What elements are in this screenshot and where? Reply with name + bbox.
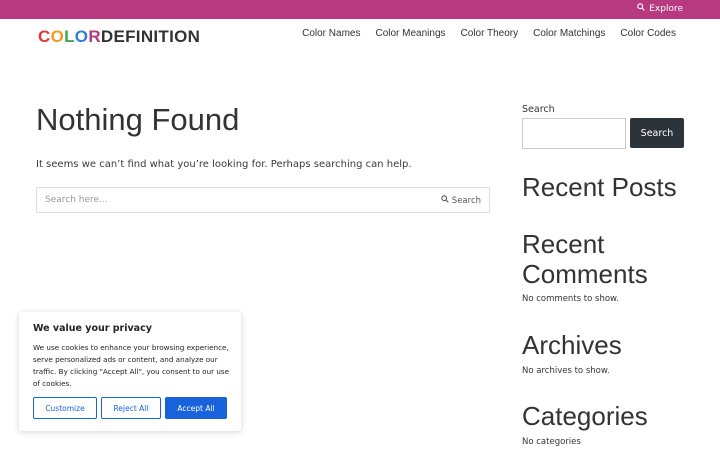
nav-item-color-names[interactable]: Color Names bbox=[302, 28, 360, 39]
explore-label: Explore bbox=[649, 3, 683, 14]
recent-posts-heading: Recent Posts bbox=[522, 172, 677, 202]
logo-letter: O bbox=[50, 27, 65, 46]
page-description: It seems we can’t find what you’re looki… bbox=[36, 159, 412, 170]
logo-letter: O bbox=[74, 27, 89, 46]
recent-comments-heading-line2: Comments bbox=[522, 259, 648, 289]
nav-item-color-theory[interactable]: Color Theory bbox=[461, 28, 519, 39]
top-bar: Explore bbox=[0, 0, 720, 19]
main-search-button-label: Search bbox=[451, 195, 481, 206]
archives-empty-text: No archives to show. bbox=[522, 366, 610, 376]
main-nav: Color Names Color Meanings Color Theory … bbox=[302, 28, 676, 39]
search-icon bbox=[637, 3, 645, 14]
recent-comments-empty-text: No comments to show. bbox=[522, 294, 619, 304]
categories-empty-text: No categories bbox=[522, 437, 581, 447]
sidebar-search-button[interactable]: Search bbox=[630, 118, 684, 148]
logo-letter: L bbox=[64, 27, 75, 46]
nav-item-color-codes[interactable]: Color Codes bbox=[620, 28, 676, 39]
cookie-reject-all-button[interactable]: Reject All bbox=[101, 397, 161, 419]
logo-letter: DEFINITION bbox=[100, 27, 201, 46]
sidebar-search-input[interactable] bbox=[522, 118, 626, 149]
nav-item-color-meanings[interactable]: Color Meanings bbox=[375, 28, 445, 39]
categories-heading: Categories bbox=[522, 401, 648, 431]
cookie-text: We use cookies to enhance your browsing … bbox=[33, 343, 230, 388]
logo-letter: R bbox=[88, 27, 101, 46]
main-search-button[interactable]: Search bbox=[441, 195, 481, 206]
site-logo[interactable]: COLORDEFINITION bbox=[38, 27, 200, 47]
page-title: Nothing Found bbox=[36, 102, 240, 137]
cookie-title: We value your privacy bbox=[33, 323, 152, 334]
sidebar-search-label: Search bbox=[522, 104, 555, 115]
cookie-customize-button[interactable]: Customize bbox=[33, 397, 97, 419]
main-search-form: Search bbox=[36, 187, 490, 213]
nav-item-color-matchings[interactable]: Color Matchings bbox=[533, 28, 605, 39]
archives-heading: Archives bbox=[522, 330, 622, 360]
search-icon bbox=[441, 195, 449, 206]
main-search-input[interactable] bbox=[37, 188, 437, 212]
cookie-consent-banner: We value your privacy We use cookies to … bbox=[19, 312, 241, 431]
cookie-accept-all-button[interactable]: Accept All bbox=[165, 397, 227, 419]
recent-comments-heading-line1: Recent bbox=[522, 229, 605, 259]
explore-button[interactable]: Explore bbox=[637, 3, 683, 14]
logo-letter: C bbox=[38, 27, 51, 46]
